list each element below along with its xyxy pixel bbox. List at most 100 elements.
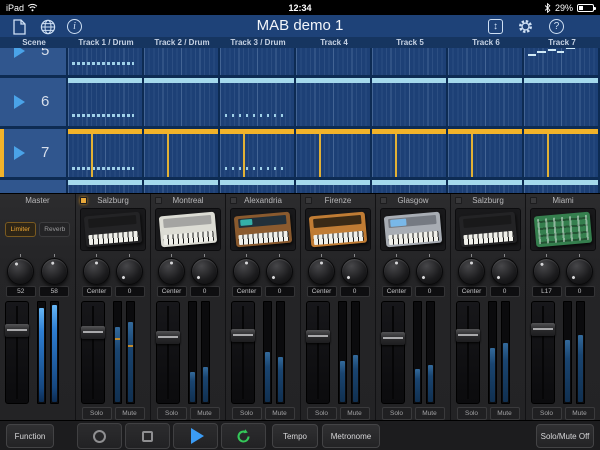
gadget-image-alexandria[interactable] — [230, 208, 296, 251]
solo-button[interactable]: Solo — [457, 407, 487, 420]
gadget-image-salzburg[interactable] — [80, 208, 146, 251]
clip-t4-s7[interactable] — [296, 129, 370, 177]
clip-t5-s6[interactable] — [372, 78, 446, 126]
send-value[interactable]: 0 — [265, 286, 295, 297]
send-value[interactable]: 0 — [490, 286, 520, 297]
pan-value[interactable]: Center — [307, 286, 337, 297]
volume-fader[interactable] — [381, 301, 405, 404]
info-icon[interactable]: i — [66, 18, 83, 35]
solo-button[interactable]: Solo — [232, 407, 262, 420]
volume-fader[interactable] — [231, 301, 255, 404]
clip-t5-s5[interactable] — [372, 48, 446, 75]
volume-fader[interactable] — [456, 301, 480, 404]
track-header-5[interactable]: Track 5 — [372, 37, 448, 48]
gadget-image-glasgow[interactable] — [380, 208, 446, 251]
clip-t1-s5[interactable] — [68, 48, 142, 75]
mute-button[interactable]: Mute — [265, 407, 295, 420]
send-value[interactable]: 0 — [415, 286, 445, 297]
send-knob[interactable] — [416, 258, 443, 285]
track-header-3[interactable]: Track 3 / Drum — [220, 37, 296, 48]
channel-name[interactable]: Salzburg — [451, 196, 525, 205]
clip-t7-s5[interactable] — [524, 48, 598, 75]
clip-t4-s6[interactable] — [296, 78, 370, 126]
gadget-image-miami[interactable] — [530, 208, 596, 251]
gadget-image-montreal[interactable] — [155, 208, 221, 251]
channel-name[interactable]: Miami — [526, 196, 600, 205]
channel-name[interactable]: Alexandria — [226, 196, 300, 205]
mute-button[interactable]: Mute — [490, 407, 520, 420]
send-value[interactable]: 0 — [565, 286, 595, 297]
stop-button[interactable] — [125, 423, 170, 449]
clip-t2-s8[interactable] — [144, 180, 218, 193]
send-knob[interactable] — [266, 258, 293, 285]
settings-gear-icon[interactable] — [517, 18, 534, 35]
pan-knob[interactable] — [458, 258, 485, 285]
scene-cell-5[interactable]: 5 — [0, 48, 66, 75]
mute-button[interactable]: Mute — [340, 407, 370, 420]
send-knob[interactable] — [491, 258, 518, 285]
channel-name[interactable]: Glasgow — [376, 196, 450, 205]
track-header-2[interactable]: Track 2 / Drum — [144, 37, 220, 48]
clip-t6-s8[interactable] — [448, 180, 522, 193]
track-header-7[interactable]: Track 7 — [524, 37, 600, 48]
mute-button[interactable]: Mute — [190, 407, 220, 420]
metronome-button[interactable]: Metronome — [322, 424, 380, 448]
clip-t5-s8[interactable] — [372, 180, 446, 193]
pan-value[interactable]: Center — [82, 286, 112, 297]
pan-value[interactable]: L17 — [532, 286, 562, 297]
help-icon[interactable]: ? — [548, 18, 565, 35]
send-knob[interactable] — [116, 258, 143, 285]
reverb-knob[interactable] — [41, 258, 68, 285]
scene-play-icon[interactable] — [14, 48, 25, 58]
send-value[interactable]: 0 — [115, 286, 145, 297]
send-knob[interactable] — [566, 258, 593, 285]
pan-value[interactable]: Center — [457, 286, 487, 297]
send-knob[interactable] — [191, 258, 218, 285]
clip-t3-s6[interactable] — [220, 78, 294, 126]
clip-t6-s7[interactable] — [448, 129, 522, 177]
clip-t6-s5[interactable] — [448, 48, 522, 75]
clip-t1-s6[interactable] — [68, 78, 142, 126]
pan-value[interactable]: Center — [382, 286, 412, 297]
pan-knob[interactable] — [158, 258, 185, 285]
file-icon[interactable] — [11, 18, 28, 35]
clip-t2-s5[interactable] — [144, 48, 218, 75]
mute-button[interactable]: Mute — [115, 407, 145, 420]
send-knob[interactable] — [341, 258, 368, 285]
clip-t5-s7[interactable] — [372, 129, 446, 177]
solo-button[interactable]: Solo — [82, 407, 112, 420]
send-value[interactable]: 0 — [340, 286, 370, 297]
scene-play-icon[interactable] — [14, 146, 25, 160]
record-button[interactable] — [77, 423, 122, 449]
track-header-6[interactable]: Track 6 — [448, 37, 524, 48]
send-value[interactable]: 0 — [190, 286, 220, 297]
track-header-4[interactable]: Track 4 — [296, 37, 372, 48]
volume-fader[interactable] — [531, 301, 555, 404]
function-button[interactable]: Function — [6, 424, 54, 448]
clip-t4-s8[interactable] — [296, 180, 370, 193]
volume-fader[interactable] — [81, 301, 105, 404]
limiter-value[interactable]: 52 — [6, 286, 36, 297]
channel-name[interactable]: Salzburg — [76, 196, 150, 205]
scene-play-icon[interactable] — [14, 95, 25, 109]
mute-button[interactable]: Mute — [415, 407, 445, 420]
scene-cell-7[interactable]: 7 — [0, 129, 66, 177]
pan-value[interactable]: Center — [232, 286, 262, 297]
channel-name[interactable]: Firenze — [301, 196, 375, 205]
pan-knob[interactable] — [233, 258, 260, 285]
pan-knob[interactable] — [83, 258, 110, 285]
clip-t2-s6[interactable] — [144, 78, 218, 126]
solo-button[interactable]: Solo — [382, 407, 412, 420]
gadget-image-salzburg[interactable] — [455, 208, 521, 251]
pan-knob[interactable] — [383, 258, 410, 285]
pan-knob[interactable] — [308, 258, 335, 285]
gadget-image-firenze[interactable] — [305, 208, 371, 251]
mute-button[interactable]: Mute — [565, 407, 595, 420]
solo-button[interactable]: Solo — [307, 407, 337, 420]
scene-cell-8[interactable] — [0, 180, 66, 193]
master-volume-fader[interactable] — [5, 301, 29, 404]
solo-button[interactable]: Solo — [532, 407, 562, 420]
loop-button[interactable] — [221, 423, 266, 449]
clip-t3-s5[interactable] — [220, 48, 294, 75]
solo-button[interactable]: Solo — [157, 407, 187, 420]
